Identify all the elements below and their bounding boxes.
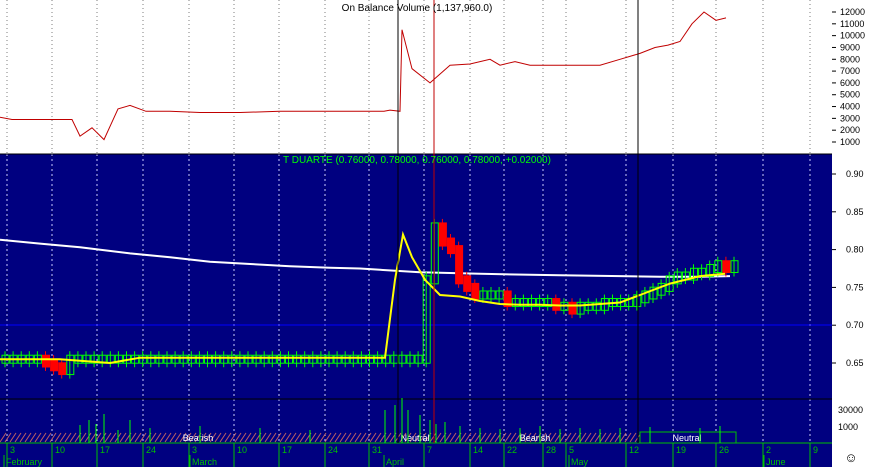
candle-body bbox=[447, 237, 455, 255]
obv-tick-label: 8000 bbox=[840, 54, 860, 64]
obv-tick-label: 11000 bbox=[840, 19, 864, 29]
date-tick-label: 31 bbox=[372, 445, 382, 455]
signal-label: Bearish bbox=[183, 433, 214, 443]
obv-panel-background bbox=[0, 0, 832, 154]
date-tick-label: 7 bbox=[427, 445, 432, 455]
obv-title: On Balance Volume (1,137,960.0) bbox=[342, 3, 493, 14]
price-tick-label: 0.70 bbox=[846, 320, 864, 330]
price-tick-label: 0.65 bbox=[846, 358, 864, 368]
date-tick-label: 9 bbox=[813, 445, 818, 455]
obv-tick-label: 10000 bbox=[840, 31, 865, 41]
obv-tick-label: 3000 bbox=[840, 113, 860, 123]
candle-body bbox=[722, 260, 731, 274]
obv-tick-label: 7000 bbox=[840, 66, 860, 76]
candle-body bbox=[463, 275, 472, 292]
obv-tick-label: 4000 bbox=[840, 102, 860, 112]
date-axis-background bbox=[0, 443, 832, 467]
price-tick-label: 0.85 bbox=[846, 207, 864, 217]
price-title: T DUARTE (0.76000, 0.78000, 0.76000, 0.7… bbox=[283, 155, 551, 166]
signal-label: Neutral bbox=[400, 433, 429, 443]
candle-body bbox=[471, 282, 480, 300]
signal-label: Neutral bbox=[672, 433, 701, 443]
smiley-icon[interactable]: ☺ bbox=[844, 450, 857, 465]
candle-body bbox=[455, 245, 464, 285]
date-tick-label: 24 bbox=[328, 445, 338, 455]
stock-chart: BearishNeutralBearishNeutralNeutral 1200… bbox=[0, 0, 872, 467]
date-tick-label: 3 bbox=[192, 445, 197, 455]
month-label: June bbox=[766, 457, 786, 467]
date-tick-label: 10 bbox=[55, 445, 65, 455]
candle-body bbox=[438, 222, 447, 247]
price-tick-label: 0.90 bbox=[846, 169, 864, 179]
date-tick-label: 17 bbox=[282, 445, 292, 455]
date-tick-label: 12 bbox=[629, 445, 639, 455]
month-label: April bbox=[386, 457, 404, 467]
obv-tick-label: 6000 bbox=[840, 78, 860, 88]
date-tick-label: 26 bbox=[719, 445, 729, 455]
candle-body bbox=[50, 358, 59, 372]
month-label: February bbox=[6, 457, 43, 467]
obv-tick-label: 5000 bbox=[840, 90, 860, 100]
obv-tick-label: 1000 bbox=[840, 137, 860, 147]
date-tick-label: 5 bbox=[569, 445, 574, 455]
obv-tick-label: 9000 bbox=[840, 42, 860, 52]
date-tick-label: 24 bbox=[146, 445, 156, 455]
volume-tick-label: 30000 bbox=[838, 405, 863, 415]
date-tick-label: 22 bbox=[507, 445, 517, 455]
volume-tick-label: 1000 bbox=[838, 422, 858, 432]
chart-window: BearishNeutralBearishNeutralNeutral 1200… bbox=[0, 0, 872, 467]
obv-tick-label: 12000 bbox=[840, 7, 865, 17]
date-tick-label: 28 bbox=[546, 445, 556, 455]
month-label: May bbox=[571, 457, 589, 467]
candle-body bbox=[568, 301, 577, 315]
date-tick-label: 10 bbox=[237, 445, 247, 455]
candle-body bbox=[42, 354, 50, 368]
price-tick-label: 0.80 bbox=[846, 245, 864, 255]
date-tick-label: 14 bbox=[473, 445, 483, 455]
date-tick-label: 19 bbox=[676, 445, 686, 455]
date-tick-label: 17 bbox=[100, 445, 110, 455]
price-tick-label: 0.75 bbox=[846, 282, 864, 292]
month-label: March bbox=[192, 457, 217, 467]
signal-label: Bearish bbox=[520, 433, 551, 443]
candle-body bbox=[58, 362, 67, 376]
date-tick-label: 2 bbox=[766, 445, 771, 455]
date-tick-label: 3 bbox=[10, 445, 15, 455]
obv-tick-label: 2000 bbox=[840, 125, 860, 135]
